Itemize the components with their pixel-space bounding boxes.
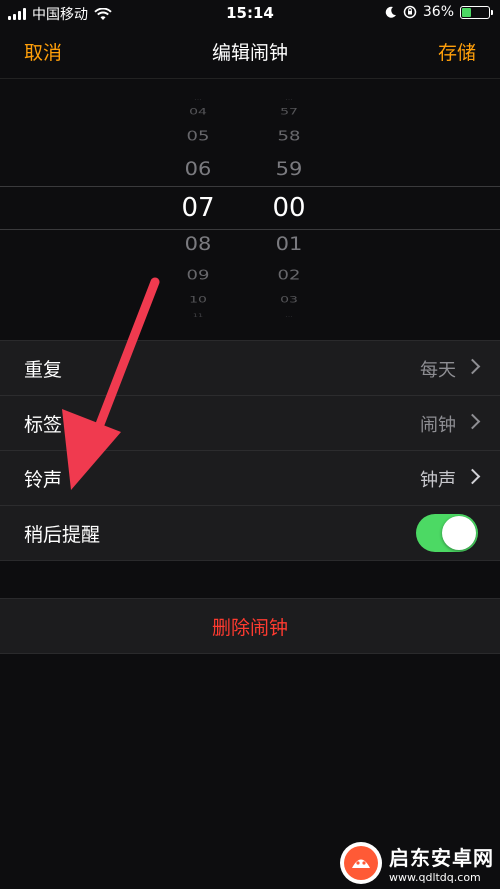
watermark-logo-icon [340,842,382,884]
watermark: 启东安卓网 www.qdltdq.com [339,841,494,885]
arrow-head [62,409,121,490]
watermark-title: 启东安卓网 [389,846,494,870]
arrow-shaft [92,277,160,437]
watermark-url: www.qdltdq.com [389,871,481,884]
annotation-arrow [62,277,160,490]
